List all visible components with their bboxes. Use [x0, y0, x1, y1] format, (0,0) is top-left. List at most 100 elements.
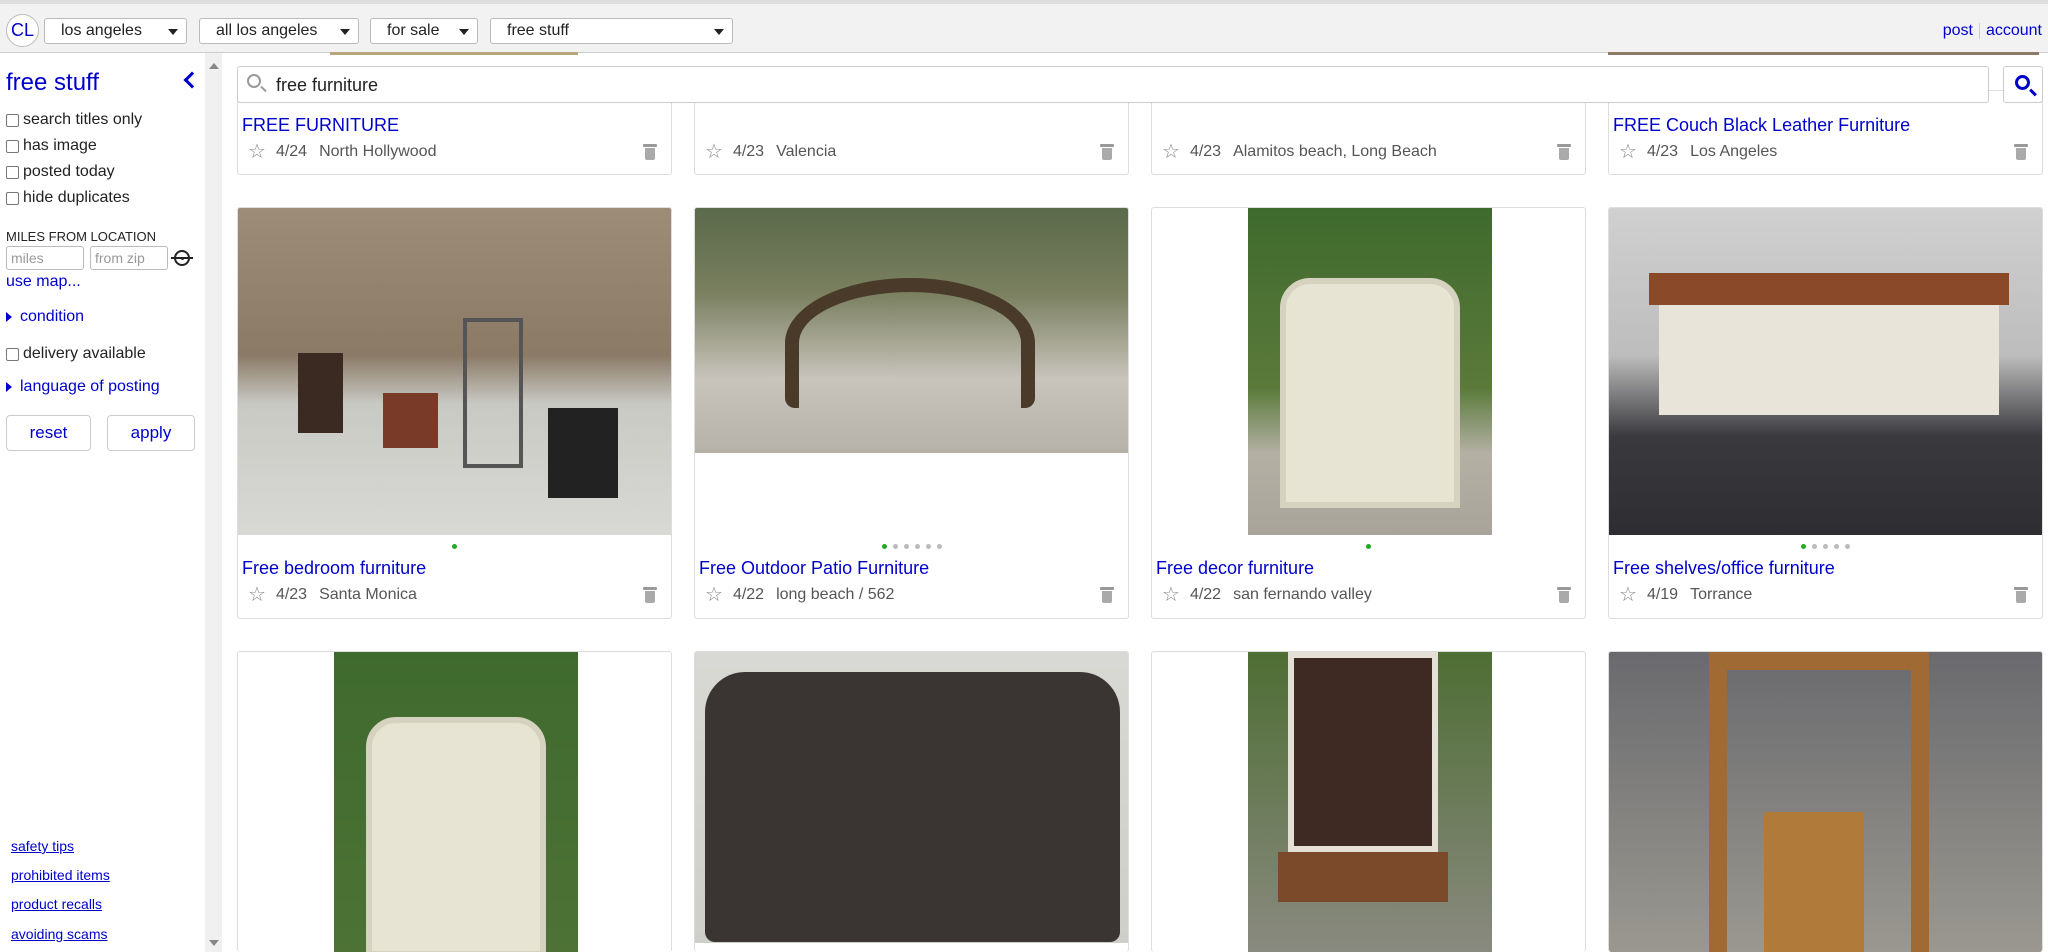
listing-photo[interactable]: [238, 208, 671, 535]
hide-duplicates-checkbox[interactable]: hide duplicates: [6, 189, 130, 207]
listing-date: 4/23: [732, 143, 765, 160]
trash-icon[interactable]: [643, 587, 657, 603]
listing-photo[interactable]: [334, 652, 578, 952]
trash-icon[interactable]: [1557, 144, 1571, 160]
photo-dot[interactable]: [881, 544, 887, 549]
listing-date: 4/22: [732, 586, 765, 603]
photo-dot[interactable]: [1801, 544, 1806, 549]
zip-input[interactable]: from zip: [90, 246, 168, 270]
posted-today-checkbox[interactable]: posted today: [6, 163, 115, 181]
checkbox-box[interactable]: [6, 191, 19, 205]
listing-title[interactable]: Free shelves/office furniture: [1613, 558, 1835, 579]
delivery-checkbox[interactable]: delivery available: [6, 345, 146, 363]
photo-dot[interactable]: [1845, 544, 1850, 549]
photo-dot[interactable]: [452, 544, 457, 549]
photo-object: [366, 717, 546, 952]
miles-label: MILES FROM LOCATION: [6, 229, 156, 244]
category-dropdown[interactable]: free stuff: [490, 18, 733, 44]
photo-dots: [695, 544, 1128, 549]
avoiding-scams-link[interactable]: avoiding scams: [11, 926, 108, 942]
chevron-down-icon: [168, 29, 178, 35]
photo-dot[interactable]: [1834, 544, 1839, 549]
listing-meta: ☆ 4/24 North Hollywood: [248, 142, 436, 162]
listing-card[interactable]: [1151, 651, 1586, 952]
condition-toggle[interactable]: condition: [20, 308, 84, 326]
language-toggle[interactable]: language of posting: [20, 378, 160, 396]
listing-card[interactable]: [237, 651, 672, 952]
miles-input[interactable]: miles: [6, 246, 84, 270]
listing-location: Torrance: [1690, 586, 1753, 603]
search-input[interactable]: free furniture: [237, 66, 1989, 103]
reset-button[interactable]: reset: [6, 415, 91, 451]
trash-icon[interactable]: [1557, 587, 1571, 603]
photo-dot[interactable]: [914, 544, 920, 549]
trash-icon[interactable]: [1100, 587, 1114, 603]
prohibited-items-link[interactable]: prohibited items: [11, 867, 110, 883]
search-query[interactable]: free furniture: [276, 75, 378, 96]
listing-photo[interactable]: [1609, 652, 2042, 952]
section-dropdown[interactable]: for sale: [370, 18, 478, 44]
use-map-link[interactable]: use map...: [6, 273, 81, 291]
listing-photo[interactable]: [1248, 652, 1492, 952]
checkbox-box[interactable]: [6, 347, 19, 361]
collapse-sidebar-icon[interactable]: [183, 71, 201, 89]
star-icon[interactable]: ☆: [705, 142, 723, 162]
listing-card[interactable]: Free Outdoor Patio Furniture ☆ 4/22 long b…: [694, 207, 1129, 619]
listing-card[interactable]: [1608, 651, 2043, 952]
trash-icon[interactable]: [2014, 587, 2028, 603]
safety-tips-link[interactable]: safety tips: [11, 838, 74, 854]
craigslist-logo[interactable]: CL: [6, 14, 39, 47]
listing-meta: ☆ 4/22 long beach / 562: [705, 585, 894, 605]
trash-icon[interactable]: [1100, 144, 1114, 160]
photo-dot[interactable]: [1812, 544, 1817, 549]
listing-location: Los Angeles: [1690, 143, 1778, 160]
photo-dot[interactable]: [1366, 544, 1371, 549]
photo-dot[interactable]: [903, 544, 909, 549]
checkbox-box[interactable]: [6, 113, 19, 127]
photo-dots: [238, 544, 671, 549]
star-icon[interactable]: ☆: [248, 142, 266, 162]
apply-button[interactable]: apply: [107, 415, 195, 451]
has-image-checkbox[interactable]: has image: [6, 137, 97, 155]
star-icon[interactable]: ☆: [1162, 142, 1180, 162]
listing-photo[interactable]: [1248, 208, 1492, 535]
star-icon[interactable]: ☆: [248, 585, 266, 605]
listing-card[interactable]: Free decor furniture ☆ 4/22 san fernando v…: [1151, 207, 1586, 619]
listing-title[interactable]: Free Outdoor Patio Furniture: [699, 558, 929, 579]
listing-card[interactable]: [694, 651, 1129, 952]
scroll-down-icon[interactable]: [209, 940, 219, 946]
photo-dot[interactable]: [1823, 544, 1828, 549]
listing-card[interactable]: Free bedroom furniture ☆ 4/23 Santa Monica: [237, 207, 672, 619]
star-icon[interactable]: ☆: [705, 585, 723, 605]
trash-icon[interactable]: [643, 144, 657, 160]
listing-title[interactable]: FREE FURNITURE: [242, 115, 399, 136]
checkbox-box[interactable]: [6, 139, 19, 153]
star-icon[interactable]: ☆: [1619, 585, 1637, 605]
listing-location: long beach / 562: [776, 586, 895, 603]
photo-dot[interactable]: [925, 544, 931, 549]
sidebar-title: free stuff: [6, 69, 99, 96]
search-titles-checkbox[interactable]: search titles only: [6, 111, 142, 129]
listing-card[interactable]: Free shelves/office furniture ☆ 4/19 Torra…: [1608, 207, 2043, 619]
locate-me-icon[interactable]: [171, 250, 193, 266]
listing-photo[interactable]: [695, 208, 1128, 453]
account-link[interactable]: account: [1986, 22, 2042, 39]
listing-title[interactable]: Free decor furniture: [1156, 558, 1314, 579]
star-icon[interactable]: ☆: [1162, 585, 1180, 605]
trash-icon[interactable]: [2014, 144, 2028, 160]
listing-title[interactable]: FREE Couch Black Leather Furniture: [1613, 115, 1910, 136]
sidebar-scrollbar[interactable]: [205, 53, 222, 952]
photo-dot[interactable]: [936, 544, 942, 549]
area-dropdown[interactable]: all los angeles: [199, 18, 359, 44]
city-dropdown[interactable]: los angeles: [44, 18, 187, 44]
listing-title[interactable]: Free bedroom furniture: [242, 558, 426, 579]
scroll-up-icon[interactable]: [209, 63, 219, 69]
checkbox-box[interactable]: [6, 165, 19, 179]
product-recalls-link[interactable]: product recalls: [11, 896, 102, 912]
photo-dot[interactable]: [892, 544, 898, 549]
post-link[interactable]: post: [1943, 22, 1973, 39]
search-button[interactable]: [2003, 66, 2043, 103]
listing-photo[interactable]: [1609, 208, 2042, 535]
listing-photo[interactable]: [695, 652, 1128, 943]
star-icon[interactable]: ☆: [1619, 142, 1637, 162]
